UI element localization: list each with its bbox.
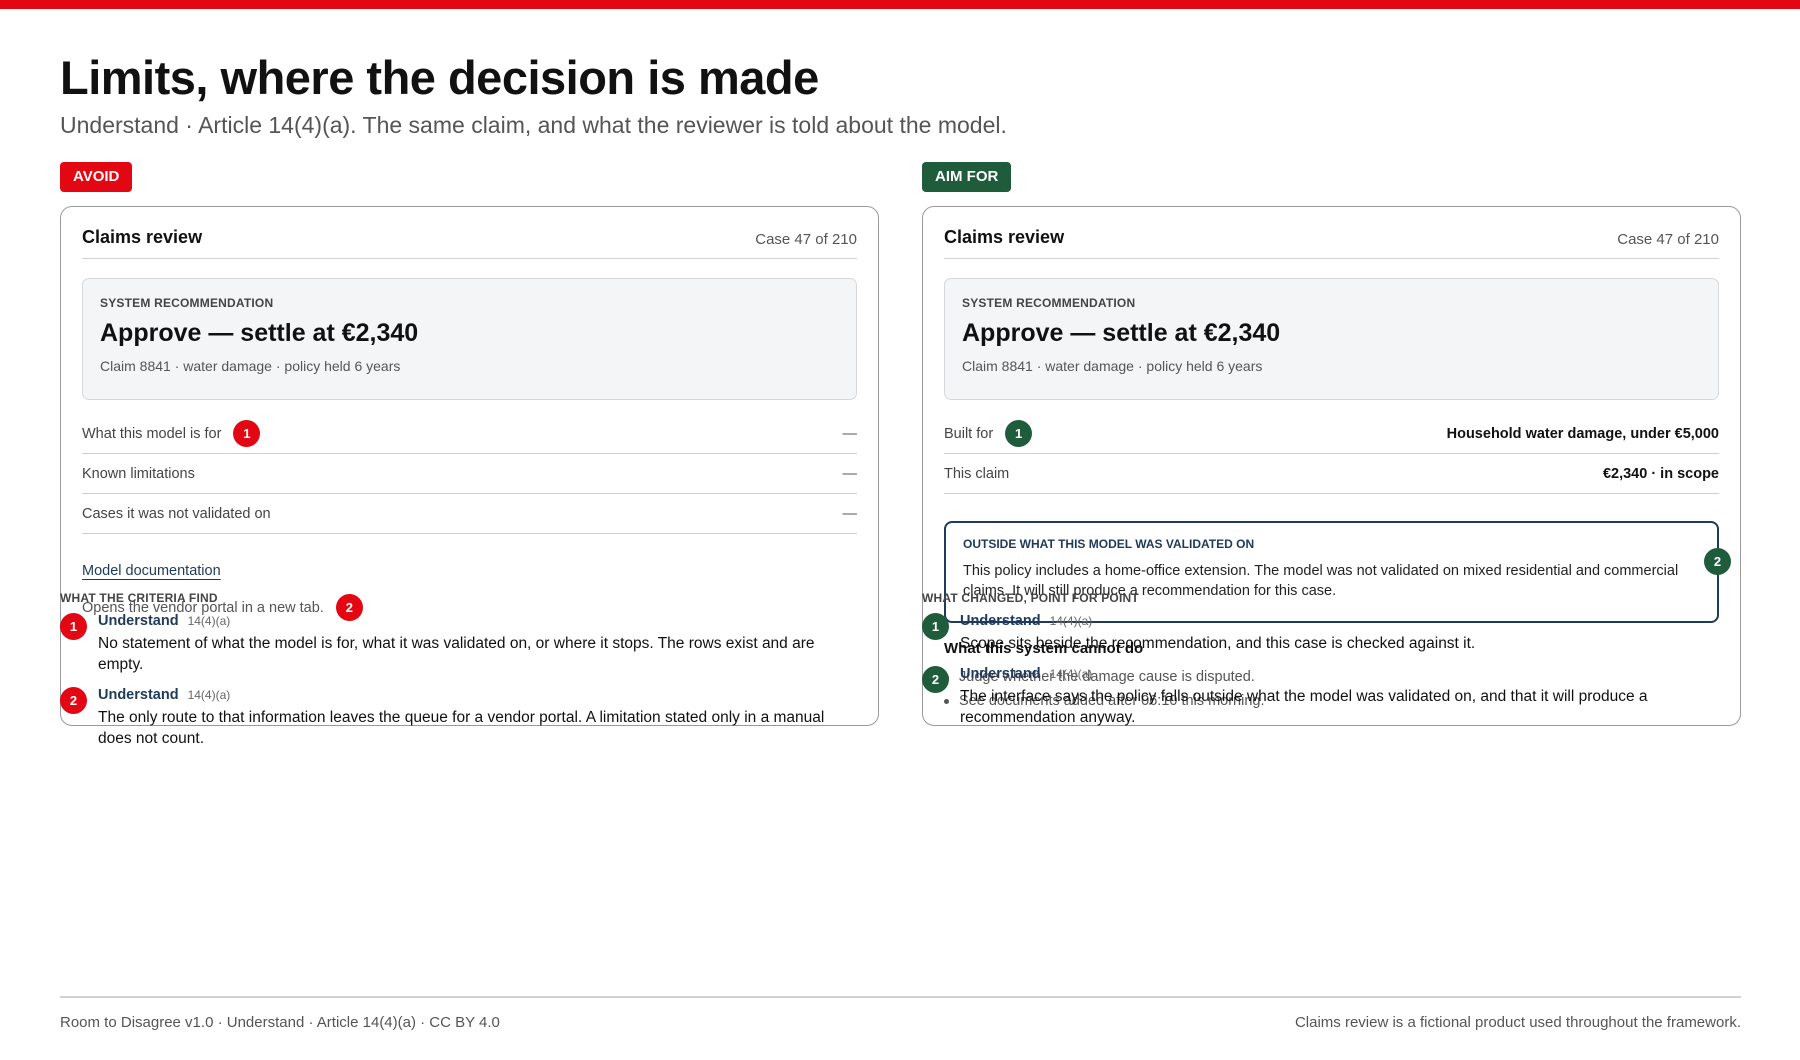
row-not-validated: Cases it was not validated on —	[82, 494, 857, 534]
top-accent-bar	[0, 0, 1800, 9]
recommendation-label: SYSTEM RECOMMENDATION	[962, 296, 1136, 310]
finding-text: Scope sits beside the recommendation, an…	[960, 635, 1476, 652]
case-counter: Case 47 of 210	[1617, 231, 1719, 248]
changes-section-label: WHAT CHANGED, POINT FOR POINT	[922, 591, 1139, 605]
marker-1-badge: 1	[233, 420, 261, 447]
finding-text: The interface says the policy falls outs…	[960, 688, 1648, 726]
card-title: Claims review	[82, 227, 203, 247]
finding-item: 1 Understand 14(4)(a) Scope sits beside …	[922, 613, 1741, 654]
recommendation-text: Approve — settle at €2,340	[100, 319, 419, 347]
finding-article: 14(4)(a)	[187, 614, 231, 628]
model-documentation-link[interactable]: Model documentation	[82, 563, 221, 579]
recommendation-text: Approve — settle at €2,340	[962, 319, 1281, 347]
footer-note: Claims review is a fictional product use…	[1294, 1014, 1741, 1031]
notice-label: OUTSIDE WHAT THIS MODEL WAS VALIDATED ON	[963, 537, 1255, 551]
finding-article: 14(4)(a)	[1049, 667, 1093, 681]
row-value: —	[842, 425, 858, 442]
card-title: Claims review	[944, 227, 1065, 247]
row-model-purpose: What this model is for 1 —	[82, 414, 857, 454]
row-value: Household water damage, under €5,000	[1446, 425, 1719, 442]
finding-item: 2 Understand 14(4)(a) The interface says…	[922, 666, 1741, 728]
avoid-column: AVOID Claims review Case 47 of 210 SYSTE…	[60, 162, 879, 726]
model-info-rows: What this model is for 1 — Known limitat…	[82, 414, 857, 534]
row-value: €2,340 · in scope	[1602, 465, 1719, 482]
finding-number-badge: 1	[922, 613, 949, 640]
row-label: Cases it was not validated on	[82, 505, 271, 522]
footer-credits: Room to Disagree v1.0 · Understand · Art…	[60, 1014, 500, 1031]
row-value: —	[842, 465, 858, 482]
row-label: This claim	[944, 465, 1010, 482]
finding-article: 14(4)(a)	[1049, 614, 1093, 628]
criteria-section-label: WHAT THE CRITERIA FIND	[60, 591, 218, 605]
scope-rows: Built for 1 Household water damage, unde…	[944, 414, 1719, 494]
row-this-claim: This claim €2,340 · in scope	[944, 454, 1719, 494]
finding-article: 14(4)(a)	[187, 688, 231, 702]
page-title: Limits, where the decision is made	[60, 51, 819, 104]
claim-details: Claim 8841 · water damage · policy held …	[100, 358, 401, 374]
finding-text: No statement of what the model is for, w…	[98, 635, 815, 673]
row-value: —	[842, 505, 858, 522]
row-label: Known limitations	[82, 465, 195, 482]
claim-details: Claim 8841 · water damage · policy held …	[962, 358, 1263, 374]
row-known-limitations: Known limitations —	[82, 454, 857, 494]
finding-tag: Understand	[98, 613, 179, 629]
case-counter: Case 47 of 210	[755, 231, 857, 248]
row-built-for: Built for 1 Household water damage, unde…	[944, 414, 1719, 454]
card-header: Claims review Case 47 of 210	[82, 207, 857, 259]
finding-number-badge: 1	[60, 613, 87, 640]
page-subtitle: Understand · Article 14(4)(a). The same …	[60, 112, 1007, 138]
row-label: What this model is for	[82, 425, 222, 442]
recommendation-box: SYSTEM RECOMMENDATION Approve — settle a…	[82, 278, 857, 400]
criteria-findings: 1 Understand 14(4)(a) No statement of wh…	[60, 613, 879, 761]
footer-divider	[60, 996, 1741, 998]
marker-2-badge: 2	[1704, 548, 1731, 575]
outside-validation-notice: OUTSIDE WHAT THIS MODEL WAS VALIDATED ON…	[944, 521, 1731, 623]
recommendation-label: SYSTEM RECOMMENDATION	[100, 296, 274, 310]
aim-for-pill: AIM FOR	[922, 162, 1012, 192]
finding-tag: Understand	[960, 613, 1041, 629]
row-label: Built for	[944, 425, 994, 442]
changes-findings: 1 Understand 14(4)(a) Scope sits beside …	[922, 613, 1741, 740]
finding-number-badge: 2	[60, 687, 87, 714]
finding-tag: Understand	[98, 687, 179, 703]
aim-column: AIM FOR Claims review Case 47 of 210 SYS…	[922, 162, 1741, 726]
finding-tag: Understand	[960, 666, 1041, 682]
marker-1-badge: 1	[1005, 420, 1033, 447]
finding-item: 2 Understand 14(4)(a) The only route to …	[60, 687, 879, 749]
finding-item: 1 Understand 14(4)(a) No statement of wh…	[60, 613, 879, 675]
finding-number-badge: 2	[922, 666, 949, 693]
avoid-pill: AVOID	[60, 162, 133, 192]
finding-text: The only route to that information leave…	[98, 709, 825, 747]
recommendation-box: SYSTEM RECOMMENDATION Approve — settle a…	[944, 278, 1719, 400]
card-header: Claims review Case 47 of 210	[944, 207, 1719, 259]
